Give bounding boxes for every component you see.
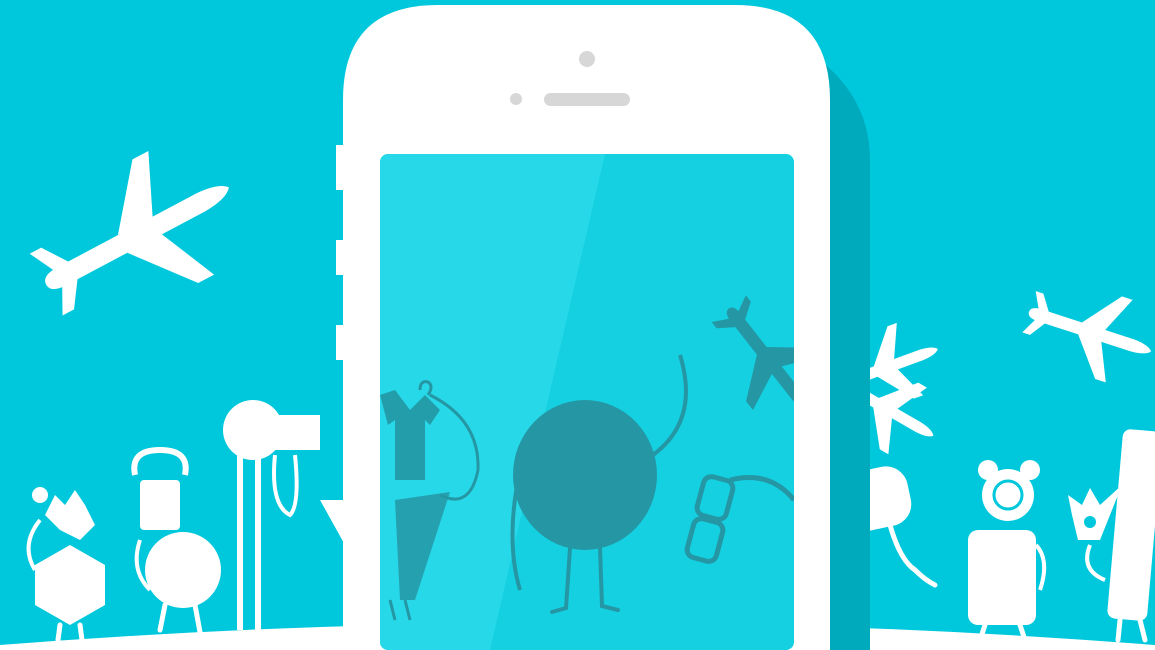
phone-speaker-icon — [544, 93, 630, 106]
phone-camera-icon — [579, 51, 595, 67]
phone-sensor-icon — [510, 93, 522, 105]
phone-screen — [380, 154, 794, 650]
illustration-scene — [0, 0, 1155, 650]
